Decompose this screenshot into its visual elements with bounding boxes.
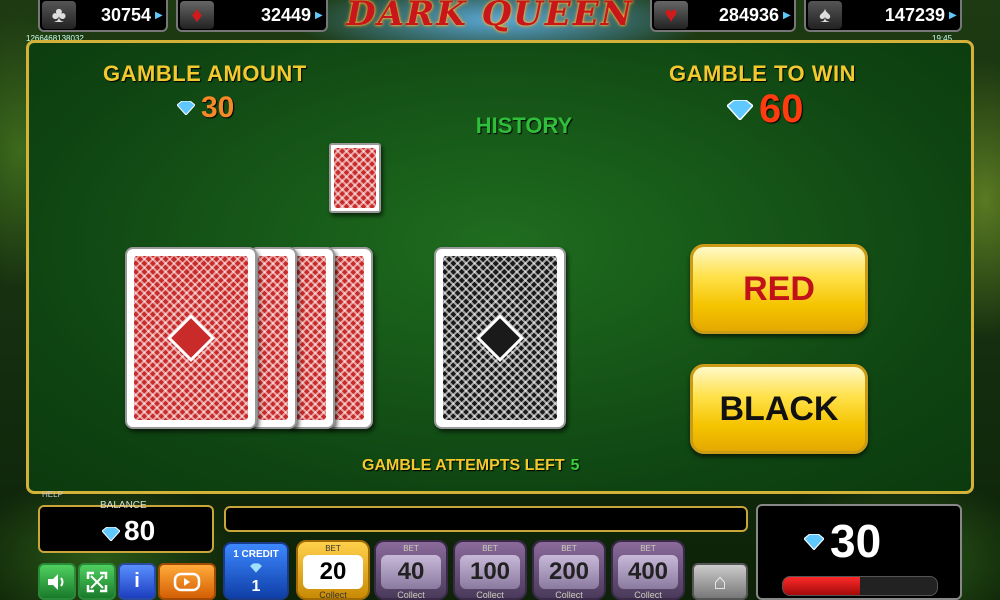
jackpot-spades-value: 147239 [884, 4, 945, 25]
gamble-panel: GAMBLE AMOUNT 30 GAMBLE TO WIN 60 HISTOR… [26, 40, 974, 494]
bet-button-20[interactable]: BET 20 Collect [296, 540, 370, 600]
jackpot-clubs: ♣ 30754 ▶ [38, 0, 168, 32]
black-button[interactable]: BLACK [690, 364, 868, 454]
win-box: 30 [756, 504, 962, 600]
bet-button-100[interactable]: BET 100 Collect [453, 540, 527, 600]
diamond-icon [102, 527, 120, 541]
bet-label: BET [403, 544, 419, 553]
diamond-icon: ▶ [783, 9, 791, 21]
autoplay-icon [173, 572, 201, 591]
history-label: HISTORY [475, 113, 573, 138]
fullscreen-button[interactable] [78, 563, 116, 600]
red-button[interactable]: RED [690, 244, 868, 334]
game-logo: DARK QUEEN [346, 0, 634, 34]
diamond-icon: ▶ [949, 9, 957, 21]
sound-button[interactable] [38, 563, 76, 600]
diamond-icon [250, 563, 262, 573]
diamond-suit-icon: ♦ [180, 1, 214, 29]
black-card [434, 247, 566, 429]
heart-icon: ♥ [654, 1, 688, 29]
bet-button-400[interactable]: BET 400 Collect [611, 540, 685, 600]
bet-value: 20 [303, 555, 363, 589]
gamble-amount: 30 [177, 91, 234, 125]
red-card [125, 247, 257, 429]
jackpot-diamonds: ♦ 32449 ▶ [176, 0, 328, 32]
bet-label: BET [482, 544, 498, 553]
gamble-amount-label: GAMBLE AMOUNT [103, 61, 307, 86]
jackpot-diamonds-value: 32449 [260, 4, 311, 25]
bet-value: 100 [460, 555, 520, 589]
jackpot-spades: ♠ 147239 ▶ [804, 0, 962, 32]
expand-icon [86, 571, 108, 592]
collect-label: Collect [634, 590, 662, 600]
credit-button[interactable]: 1 CREDIT 1 [223, 542, 289, 600]
gamble-to-win-label: GAMBLE TO WIN [669, 61, 856, 86]
collect-label: Collect [555, 590, 583, 600]
home-button[interactable]: ⌂ [692, 563, 748, 600]
balance-label: BALANCE [100, 500, 147, 511]
collect-label: Collect [319, 590, 347, 600]
speaker-icon [48, 573, 64, 590]
balance-box: 80 [38, 505, 214, 553]
diamond-icon [727, 99, 753, 120]
spade-icon: ♠ [808, 1, 842, 29]
home-icon: ⌂ [713, 568, 727, 594]
diamond-icon [804, 534, 824, 550]
bet-button-200[interactable]: BET 200 Collect [532, 540, 606, 600]
bet-value: 200 [539, 555, 599, 589]
jackpot-hearts: ♥ 284936 ▶ [650, 0, 796, 32]
bet-label: BET [561, 544, 577, 553]
credit-value: 1 [251, 578, 261, 595]
jackpot-clubs-value: 30754 [100, 4, 151, 25]
credit-label: 1 CREDIT [233, 549, 279, 560]
bet-label: BET [325, 544, 341, 553]
history-card [329, 143, 381, 213]
bet-value: 40 [381, 555, 441, 589]
collect-label: Collect [397, 590, 425, 600]
win-value: 30 [830, 515, 882, 567]
help-label[interactable]: HELP [42, 490, 63, 499]
info-icon: i [134, 570, 140, 592]
gamble-attempts-value: 5 [570, 457, 580, 474]
diamond-icon [177, 101, 195, 115]
bet-label: BET [640, 544, 656, 553]
info-button[interactable]: i [118, 563, 156, 600]
balance-value: 80 [124, 515, 156, 546]
gamble-to-win-value: 60 [759, 87, 804, 131]
diamond-icon: ▶ [155, 9, 163, 21]
gamble-amount-value: 30 [201, 91, 235, 124]
collect-label: Collect [476, 590, 504, 600]
bet-button-40[interactable]: BET 40 Collect [374, 540, 448, 600]
club-icon: ♣ [42, 1, 76, 29]
message-box [224, 506, 748, 532]
gamble-attempts-label: GAMBLE ATTEMPTS LEFT [362, 457, 565, 474]
gamble-attempts: GAMBLE ATTEMPTS LEFT 5 [362, 457, 580, 475]
diamond-icon: ▶ [315, 9, 323, 21]
bet-value: 400 [618, 555, 678, 589]
jackpot-hearts-value: 284936 [718, 4, 779, 25]
gamble-to-win: 60 [727, 87, 804, 132]
win-progress-bar [782, 576, 938, 596]
win-progress-fill [783, 577, 860, 595]
autoplay-button[interactable] [158, 563, 216, 600]
